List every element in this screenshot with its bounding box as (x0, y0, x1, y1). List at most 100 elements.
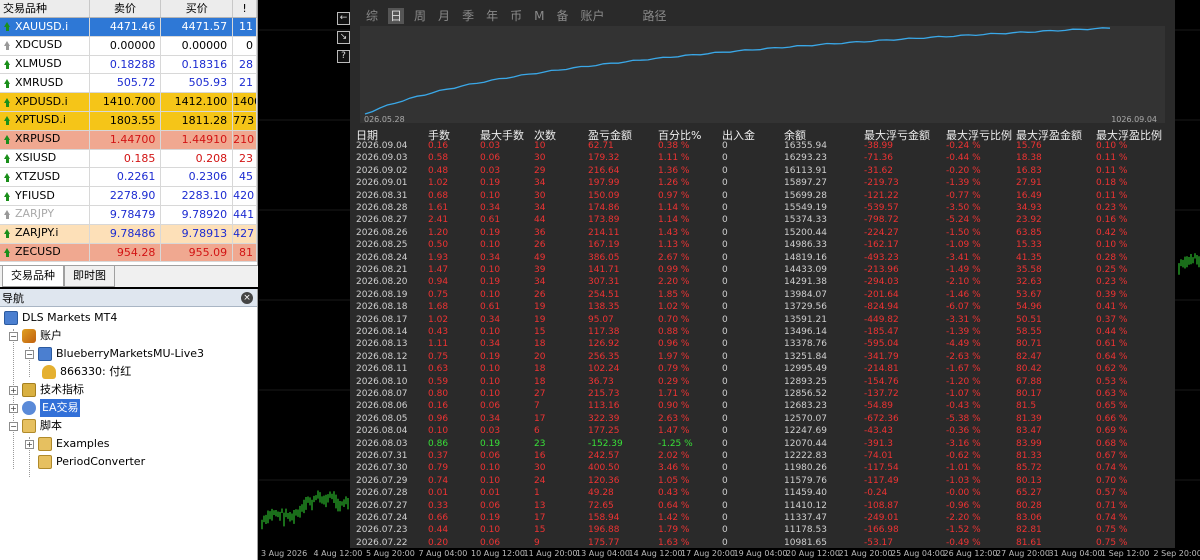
tree-item-examples[interactable]: + Examples (25, 435, 109, 453)
stats-cell: 0.19 (480, 277, 501, 288)
symbol-label: XMRUSD (15, 75, 64, 89)
stats-row[interactable]: 2026.08.20 0.94 0.19 34 307.31 2.20 % 0 14291.3… (350, 277, 1175, 288)
stats-tab[interactable]: 路径 (641, 8, 669, 24)
market-watch-row[interactable]: XDCUSD 0.00000 0.00000 0 (0, 36, 257, 56)
stats-row[interactable]: 2026.08.28 1.61 0.34 34 174.86 1.14 % 0 15549.1… (350, 203, 1175, 214)
market-watch-row[interactable]: XLMUSD 0.18288 0.18316 28 (0, 55, 257, 75)
stats-row[interactable]: 2026.09.03 0.58 0.06 30 179.32 1.11 % 0 16293.2… (350, 153, 1175, 164)
stats-row[interactable]: 2026.07.31 0.37 0.06 16 242.57 2.02 % 0 12222.8… (350, 451, 1175, 462)
expand-icon[interactable]: + (9, 403, 18, 413)
collapse-icon[interactable]: − (25, 349, 34, 359)
stats-row[interactable]: 2026.07.30 0.79 0.10 30 400.50 3.46 % 0 11980.2… (350, 463, 1175, 474)
stats-tab[interactable]: 周 (412, 8, 428, 24)
tab-tick-chart[interactable]: 即时图 (64, 266, 115, 287)
tree-item-period-converter[interactable]: PeriodConverter (38, 453, 145, 471)
stats-tab[interactable]: M (532, 8, 546, 24)
stats-row[interactable]: 2026.07.23 0.44 0.10 15 196.88 1.79 % 0 11178.5… (350, 525, 1175, 536)
stats-tab[interactable]: 月 (436, 8, 452, 24)
stats-row[interactable]: 2026.08.25 0.50 0.10 26 167.19 1.13 % 0 14986.3… (350, 240, 1175, 251)
stats-cell: 0.38 % (658, 141, 690, 151)
stats-row[interactable]: 2026.09.01 1.02 0.19 34 197.99 1.26 % 0 15897.2… (350, 178, 1175, 189)
tree-item-accounts[interactable]: − 账户 (9, 327, 62, 345)
stats-row[interactable]: 2026.07.29 0.74 0.10 24 120.36 1.05 % 0 11579.7… (350, 476, 1175, 487)
close-icon[interactable]: × (241, 291, 253, 304)
stats-row[interactable]: 2026.08.06 0.16 0.06 7 113.16 0.90 % 0 12683.23… (350, 401, 1175, 412)
stats-cell: 1.97 % (658, 351, 690, 362)
stats-row[interactable]: 2026.08.24 1.93 0.34 49 386.05 2.67 % 0 14819.1… (350, 253, 1175, 264)
stats-tab[interactable]: 备 (554, 8, 570, 24)
stats-row[interactable]: 2026.08.10 0.59 0.10 18 36.73 0.29 % 0 12893.25… (350, 377, 1175, 388)
stats-cell: -108.87 (864, 500, 899, 511)
collapse-icon[interactable]: − (9, 331, 18, 341)
stats-row[interactable]: 2026.08.18 1.68 0.61 19 138.35 1.02 % 0 13729.5… (350, 302, 1175, 313)
chart-help-button[interactable]: ? (337, 50, 350, 63)
bid-column-header[interactable]: 卖价 (90, 0, 162, 17)
market-watch-row[interactable]: XRPUSD 1.44700 1.44910 210 (0, 130, 257, 150)
stats-row[interactable]: 2026.08.17 1.02 0.34 19 95.07 0.70 % 0 13591.21… (350, 315, 1175, 326)
ask-column-header[interactable]: 买价 (161, 0, 234, 17)
expand-icon[interactable]: + (25, 439, 34, 449)
stats-tab[interactable]: 日 (388, 8, 405, 24)
stats-row[interactable]: 2026.08.05 0.96 0.34 17 322.39 2.63 % 0 12570.0… (350, 414, 1175, 425)
expand-icon[interactable]: + (9, 385, 18, 395)
tree-item-root[interactable]: DLS Markets MT4 (4, 309, 117, 327)
stats-row[interactable]: 2026.09.04 0.16 0.03 10 62.71 0.38 % 0 16355.94… (350, 141, 1175, 152)
stats-cell: 0.66 (428, 513, 449, 523)
tree-item-server[interactable]: − BlueberryMarketsMU-Live3 (25, 345, 204, 363)
market-watch-row[interactable]: YFIUSD 2278.90 2283.10 420 (0, 187, 257, 206)
tab-symbols[interactable]: 交易品种 (2, 266, 64, 287)
price-direction-icon (3, 229, 12, 239)
market-watch-row[interactable]: XPDUSD.i 1410.7001412.1001400 (0, 93, 257, 112)
chart-arrow-button[interactable]: ↘ (337, 31, 350, 44)
stats-cell: 11459.40 (784, 488, 827, 499)
stats-tab[interactable]: 综 (364, 8, 380, 24)
stats-cell: 0.64 % (658, 500, 690, 511)
market-watch-row[interactable]: XSIUSD 0.185 0.208 23 (0, 149, 257, 169)
stats-row[interactable]: 2026.08.27 2.41 0.61 44 173.89 1.14 % 0 15374.3… (350, 215, 1175, 226)
stats-row[interactable]: 2026.08.26 1.20 0.19 36 214.11 1.43 % 0 15200.4… (350, 228, 1175, 239)
market-watch-row[interactable]: ZARJPY.i 9.78486 9.78913 427 (0, 224, 257, 244)
stats-row[interactable]: 2026.08.07 0.80 0.10 27 215.73 1.71 % 0 12856.5… (350, 389, 1175, 400)
market-watch-row[interactable]: ZECUSD 954.28 955.09 81 (0, 243, 257, 263)
symbol-column-header[interactable]: 交易品种 (0, 0, 90, 17)
spread-cell: 28 (233, 55, 257, 74)
spread-column-header[interactable]: ! (233, 0, 257, 17)
stats-row[interactable]: 2026.08.12 0.75 0.19 20 256.35 1.97 % 0 13251.8… (350, 352, 1175, 363)
stats-row[interactable]: 2026.07.27 0.33 0.06 13 72.65 0.64 % 0 11410.12… (350, 501, 1175, 512)
stats-cell: 0.74 (428, 475, 449, 486)
stats-cell: 0.34 (480, 413, 501, 424)
market-watch-row[interactable]: XTZUSD 0.2261 0.2306 45 (0, 168, 257, 188)
stats-tab[interactable]: 年 (484, 8, 500, 24)
stats-cell: 20 (534, 351, 546, 362)
stats-row[interactable]: 2026.08.03 0.86 0.19 23 -152.39 -1.25 % 0 12070… (350, 439, 1175, 450)
stats-row[interactable]: 2026.07.22 0.20 0.06 9 175.77 1.63 % 0 10981.65… (350, 538, 1175, 549)
stats-row[interactable]: 2026.08.14 0.43 0.10 15 117.38 0.88 % 0 13496.1… (350, 327, 1175, 338)
stats-tab[interactable]: 季 (460, 8, 476, 24)
tree-item-indicators[interactable]: + 技术指标 (9, 381, 84, 399)
tree-item-ea[interactable]: + EA交易 (9, 399, 81, 417)
stats-row[interactable]: 2026.07.28 0.01 0.01 1 49.28 0.43 % 0 11459.40 -… (350, 488, 1175, 499)
tree-item-scripts[interactable]: − 脚本 (9, 417, 62, 435)
stats-cell: -3.41 % (946, 252, 981, 263)
stats-cell: -1.39 % (946, 327, 981, 337)
market-watch-row[interactable]: XMRUSD 505.72 505.93 21 (0, 74, 257, 94)
stats-row[interactable]: 2026.07.24 0.66 0.19 17 158.94 1.42 % 0 11337.4… (350, 513, 1175, 524)
stats-row[interactable]: 2026.08.21 1.47 0.10 39 141.71 0.99 % 0 14433.0… (350, 265, 1175, 276)
chart-back-button[interactable]: ← (337, 12, 350, 25)
stats-row[interactable]: 2026.08.11 0.63 0.10 18 102.24 0.79 % 0 12995.4… (350, 364, 1175, 375)
market-watch-row[interactable]: XPTUSD.i 1803.55 1811.28 773 (0, 111, 257, 131)
market-watch-row[interactable]: XAUUSD.i 4471.46 4471.57 11 (0, 18, 257, 37)
stats-row[interactable]: 2026.08.19 0.75 0.10 26 254.51 1.85 % 0 13984.0… (350, 290, 1175, 301)
ask-cell: 0.2306 (161, 168, 234, 187)
stats-tab[interactable]: 账户 (578, 8, 606, 24)
stats-cell: -1.01 % (946, 463, 981, 474)
stats-row[interactable]: 2026.09.02 0.48 0.03 29 216.64 1.36 % 0 16113.9… (350, 166, 1175, 177)
stats-row[interactable]: 2026.08.13 1.11 0.34 18 126.92 0.96 % 0 13378.7… (350, 339, 1175, 350)
collapse-icon[interactable]: − (9, 421, 18, 431)
stats-tab[interactable]: 币 (508, 8, 524, 24)
stats-row[interactable]: 2026.08.31 0.68 0.10 30 150.09 0.97 % 0 15699.2… (350, 191, 1175, 202)
stats-cell: 14819.16 (784, 252, 827, 263)
market-watch-row[interactable]: ZARJPY 9.78479 9.78920 441 (0, 205, 257, 225)
stats-row[interactable]: 2026.08.04 0.10 0.03 6 177.25 1.47 % 0 12247.69… (350, 426, 1175, 437)
tree-item-account[interactable]: 866330: 付红 (42, 363, 131, 381)
